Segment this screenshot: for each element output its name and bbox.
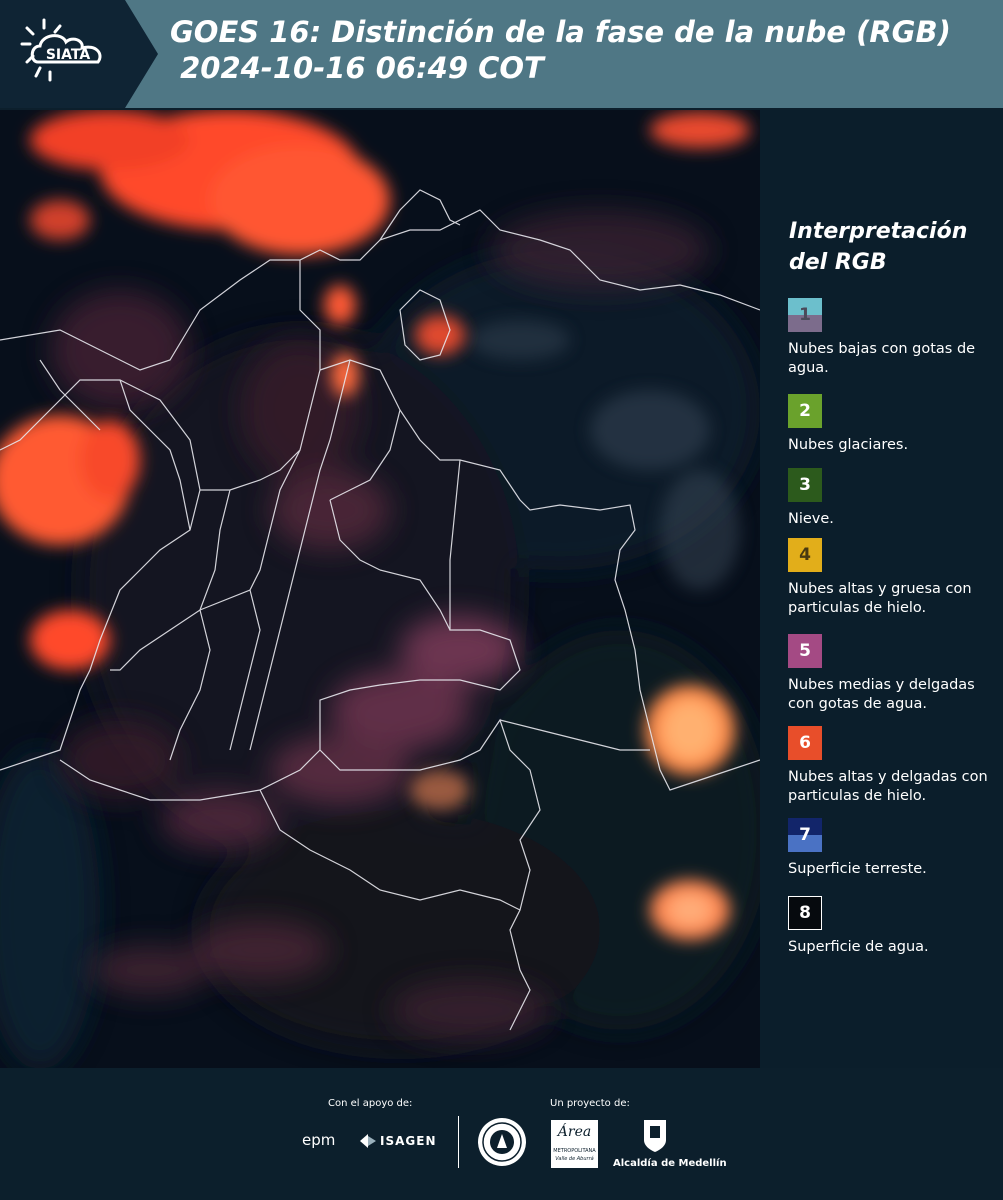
legend-swatch-8: 8 xyxy=(788,896,822,930)
legend-text-4: Nubes altas y gruesa con particulas de h… xyxy=(788,581,972,616)
legend-item-5: 5 Nubes medias y delgadas con gotas de a… xyxy=(788,634,998,714)
siata-logo: SIATA xyxy=(0,0,160,108)
legend-swatch-7: 7 xyxy=(788,818,822,852)
legend-item-7: 7 Superficie terreste. xyxy=(788,818,998,879)
legend-swatch-4: 4 xyxy=(788,538,822,572)
university-seal-icon xyxy=(478,1118,526,1166)
epm-logo: epm xyxy=(302,1131,336,1149)
siata-logo-icon: SIATA xyxy=(0,0,158,108)
header-bar: SIATA GOES 16: Distinción de la fase de … xyxy=(0,0,1003,108)
legend-swatch-1: 1 xyxy=(788,298,822,332)
legend-item-8: 8 Superficie de agua. xyxy=(788,896,998,957)
footer: Con el apoyo de: Un proyecto de: epm ISA… xyxy=(0,1068,1003,1200)
support-label: Con el apoyo de: xyxy=(328,1098,413,1109)
legend-text-6: Nubes altas y delgadas con particulas de… xyxy=(788,769,988,804)
legend-panel: Interpretación del RGB 1 Nubes bajas con… xyxy=(760,110,1003,1068)
legend-item-1: 1 Nubes bajas con gotas de agua. xyxy=(788,298,998,378)
legend-text-2: Nubes glaciares. xyxy=(788,437,909,453)
area-sub2: Valle de Aburrá xyxy=(555,1156,594,1162)
legend-item-3: 3 Nieve. xyxy=(788,468,998,529)
legend-text-8: Superficie de agua. xyxy=(788,939,929,955)
page-title: GOES 16: Distinción de la fase de la nub… xyxy=(170,15,951,85)
alcaldia-shield-icon xyxy=(644,1120,666,1152)
area-sub1: METROPOLITANA xyxy=(553,1148,596,1154)
legend-item-6: 6 Nubes altas y delgadas con particulas … xyxy=(788,726,998,806)
legend-item-4: 4 Nubes altas y gruesa con particulas de… xyxy=(788,538,998,618)
legend-text-1: Nubes bajas con gotas de agua. xyxy=(788,341,976,376)
map-image xyxy=(0,110,760,1068)
footer-divider xyxy=(458,1116,459,1168)
alcaldia-label: Alcaldía de Medellín xyxy=(613,1158,727,1169)
svg-text:SIATA: SIATA xyxy=(46,47,91,63)
isagen-icon xyxy=(360,1134,376,1148)
legend-text-3: Nieve. xyxy=(788,511,834,527)
satellite-map xyxy=(0,110,760,1068)
legend-text-7: Superficie terreste. xyxy=(788,861,927,877)
legend-text-5: Nubes medias y delgadas con gotas de agu… xyxy=(788,677,975,712)
legend-swatch-6: 6 xyxy=(788,726,822,760)
area-metropolitana-logo: Área METROPOLITANA Valle de Aburrá xyxy=(551,1120,598,1168)
legend-swatch-5: 5 xyxy=(788,634,822,668)
project-label: Un proyecto de: xyxy=(550,1098,630,1109)
area-name: Área xyxy=(557,1124,592,1140)
legend-item-2: 2 Nubes glaciares. xyxy=(788,394,998,455)
legend-title: Interpretación del RGB xyxy=(789,219,968,275)
legend-swatch-2: 2 xyxy=(788,394,822,428)
legend-swatch-3: 3 xyxy=(788,468,822,502)
isagen-logo: ISAGEN xyxy=(380,1134,437,1148)
